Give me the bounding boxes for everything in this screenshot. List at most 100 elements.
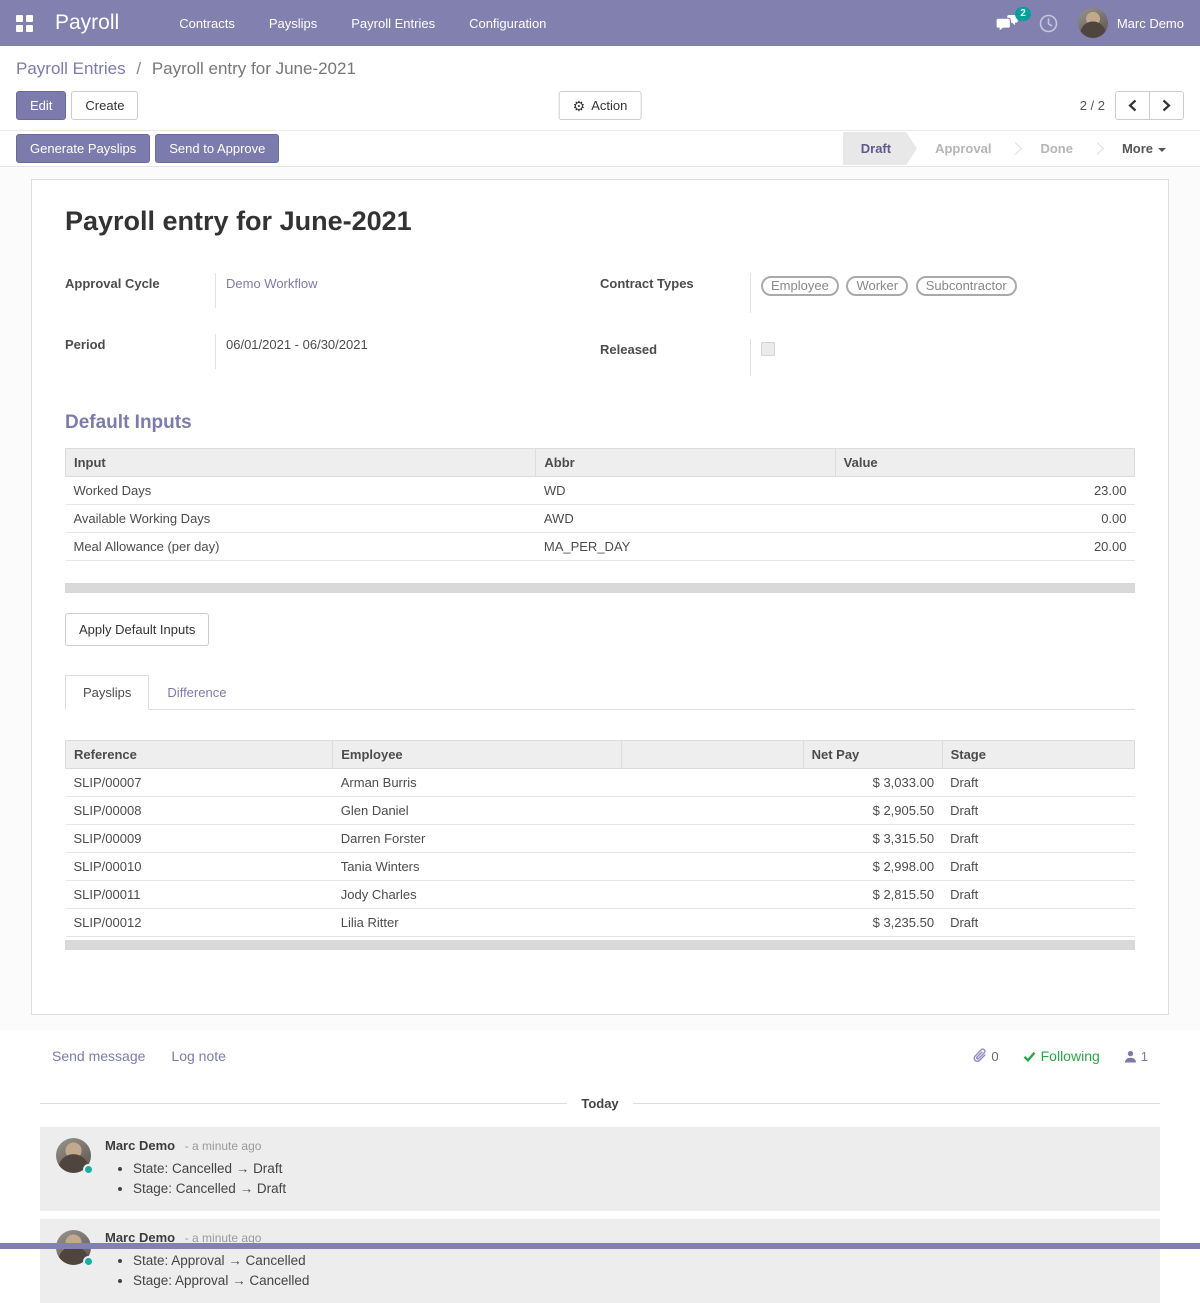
pager-next-button[interactable] [1149, 92, 1183, 119]
tracking-change: Stage: Cancelled → Draft [133, 1179, 1144, 1199]
online-status-dot [83, 1256, 94, 1267]
messages-button[interactable]: 2 [995, 14, 1019, 33]
attachment-count: 0 [991, 1049, 998, 1064]
pager-previous-button[interactable] [1116, 92, 1149, 119]
follower-count: 1 [1141, 1049, 1148, 1064]
stage-more-label: More [1122, 141, 1153, 156]
employee-cell: Glen Daniel [333, 797, 622, 825]
tab-payslips[interactable]: Payslips [65, 675, 149, 710]
horizontal-scrollbar[interactable] [65, 583, 1135, 593]
breadcrumb-row: Payroll Entries / Payroll entry for June… [0, 46, 1200, 83]
abbr-cell: AWD [536, 505, 835, 533]
stage-cell: Draft [942, 909, 1134, 937]
net-pay-cell: $ 2,905.50 [803, 797, 942, 825]
apps-grid-icon[interactable] [16, 15, 33, 32]
payslip-row[interactable]: SLIP/00012 Lilia Ritter $ 3,235.50 Draft [66, 909, 1135, 937]
user-menu[interactable]: Marc Demo [1078, 8, 1184, 38]
tracking-message: Marc Demo - a minute ago State: Approval… [40, 1219, 1160, 1303]
reference-cell: SLIP/00011 [66, 881, 333, 909]
menu-contracts[interactable]: Contracts [179, 16, 235, 31]
tracking-change: Stage: Approval → Cancelled [133, 1271, 1144, 1291]
net-pay-cell: $ 3,033.00 [803, 769, 942, 797]
action-button[interactable]: ⚙ Action [559, 91, 642, 120]
menu-payroll-entries[interactable]: Payroll Entries [351, 16, 435, 31]
menu-configuration[interactable]: Configuration [469, 16, 546, 31]
following-label: Following [1041, 1048, 1100, 1064]
attachments-button[interactable]: 0 [973, 1048, 998, 1064]
tracking-change: State: Approval → Cancelled [133, 1251, 1144, 1271]
chevron-left-icon [1128, 99, 1137, 112]
column-header-input[interactable]: Input [66, 449, 536, 477]
generate-payslips-button[interactable]: Generate Payslips [16, 134, 150, 163]
control-panel: Edit Create ⚙ Action 2 / 2 [0, 83, 1200, 131]
period-value: 06/01/2021 - 06/30/2021 [215, 334, 555, 369]
stage-draft[interactable]: Draft [843, 132, 917, 165]
followers-button[interactable]: 1 [1124, 1049, 1148, 1064]
stage-cell: Draft [942, 797, 1134, 825]
stage-more-dropdown[interactable]: More [1104, 132, 1184, 165]
approval-cycle-value-link[interactable]: Demo Workflow [226, 276, 318, 291]
main-menu: Contracts Payslips Payroll Entries Confi… [179, 16, 995, 31]
reference-cell: SLIP/00010 [66, 853, 333, 881]
menu-payslips[interactable]: Payslips [269, 16, 317, 31]
notebook-tabs: Payslips Difference [65, 674, 1135, 710]
default-input-row[interactable]: Meal Allowance (per day) MA_PER_DAY 20.0… [66, 533, 1135, 561]
edit-button[interactable]: Edit [16, 91, 66, 120]
breadcrumb: Payroll Entries / Payroll entry for June… [16, 59, 1184, 79]
stage-cell: Draft [942, 853, 1134, 881]
breadcrumb-current: Payroll entry for June-2021 [152, 59, 356, 78]
field-approval-cycle: Approval Cycle Demo Workflow [65, 273, 555, 308]
reference-cell: SLIP/00009 [66, 825, 333, 853]
activities-button[interactable] [1039, 14, 1058, 33]
net-pay-cell: $ 3,315.50 [803, 825, 942, 853]
stage-cell: Draft [942, 881, 1134, 909]
payslip-row[interactable]: SLIP/00011 Jody Charles $ 2,815.50 Draft [66, 881, 1135, 909]
bottom-edge-bar [0, 1243, 1200, 1249]
stage-arrow-icon [1091, 142, 1104, 155]
value-cell: 20.00 [835, 533, 1134, 561]
payslips-table: Reference Employee Net Pay Stage SLIP/00… [65, 740, 1135, 937]
log-note-button[interactable]: Log note [171, 1048, 226, 1064]
chevron-right-icon [1162, 99, 1171, 112]
tab-difference[interactable]: Difference [149, 675, 244, 710]
tracking-message: Marc Demo - a minute ago State: Cancelle… [40, 1127, 1160, 1211]
chatter: Send message Log note 0 Following 1 [0, 1030, 1200, 1303]
message-avatar [56, 1138, 91, 1173]
user-avatar [1078, 8, 1108, 38]
column-header-blank [621, 741, 803, 769]
column-header-reference[interactable]: Reference [66, 741, 333, 769]
net-pay-cell: $ 2,998.00 [803, 853, 942, 881]
stage-cell: Draft [942, 769, 1134, 797]
column-header-stage[interactable]: Stage [942, 741, 1134, 769]
column-header-abbr[interactable]: Abbr [536, 449, 835, 477]
payslip-row[interactable]: SLIP/00007 Arman Burris $ 3,033.00 Draft [66, 769, 1135, 797]
stage-arrow-icon [1010, 142, 1023, 155]
message-timestamp: - a minute ago [185, 1139, 262, 1153]
default-inputs-heading: Default Inputs [65, 412, 1135, 434]
person-icon [1124, 1050, 1137, 1063]
breadcrumb-separator: / [136, 59, 141, 78]
stage-done[interactable]: Done [1022, 132, 1091, 165]
employee-cell: Arman Burris [333, 769, 622, 797]
reference-cell: SLIP/00007 [66, 769, 333, 797]
payslip-row[interactable]: SLIP/00009 Darren Forster $ 3,315.50 Dra… [66, 825, 1135, 853]
payslip-row[interactable]: SLIP/00008 Glen Daniel $ 2,905.50 Draft [66, 797, 1135, 825]
default-input-row[interactable]: Worked Days WD 23.00 [66, 477, 1135, 505]
breadcrumb-parent-link[interactable]: Payroll Entries [16, 59, 126, 78]
message-author[interactable]: Marc Demo [105, 1138, 175, 1153]
apply-default-inputs-button[interactable]: Apply Default Inputs [65, 613, 209, 646]
stage-approval[interactable]: Approval [917, 132, 1009, 165]
payslip-row[interactable]: SLIP/00010 Tania Winters $ 2,998.00 Draf… [66, 853, 1135, 881]
default-input-row[interactable]: Available Working Days AWD 0.00 [66, 505, 1135, 533]
column-header-net-pay[interactable]: Net Pay [803, 741, 942, 769]
horizontal-scrollbar[interactable] [65, 940, 1135, 950]
input-cell: Available Working Days [66, 505, 536, 533]
column-header-value[interactable]: Value [835, 449, 1134, 477]
column-header-employee[interactable]: Employee [333, 741, 622, 769]
create-button[interactable]: Create [71, 91, 138, 120]
contract-type-tag: Subcontractor [916, 276, 1017, 296]
app-title[interactable]: Payroll [55, 11, 119, 35]
send-to-approve-button[interactable]: Send to Approve [155, 134, 279, 163]
following-button[interactable]: Following [1023, 1048, 1100, 1064]
send-message-button[interactable]: Send message [52, 1048, 145, 1064]
